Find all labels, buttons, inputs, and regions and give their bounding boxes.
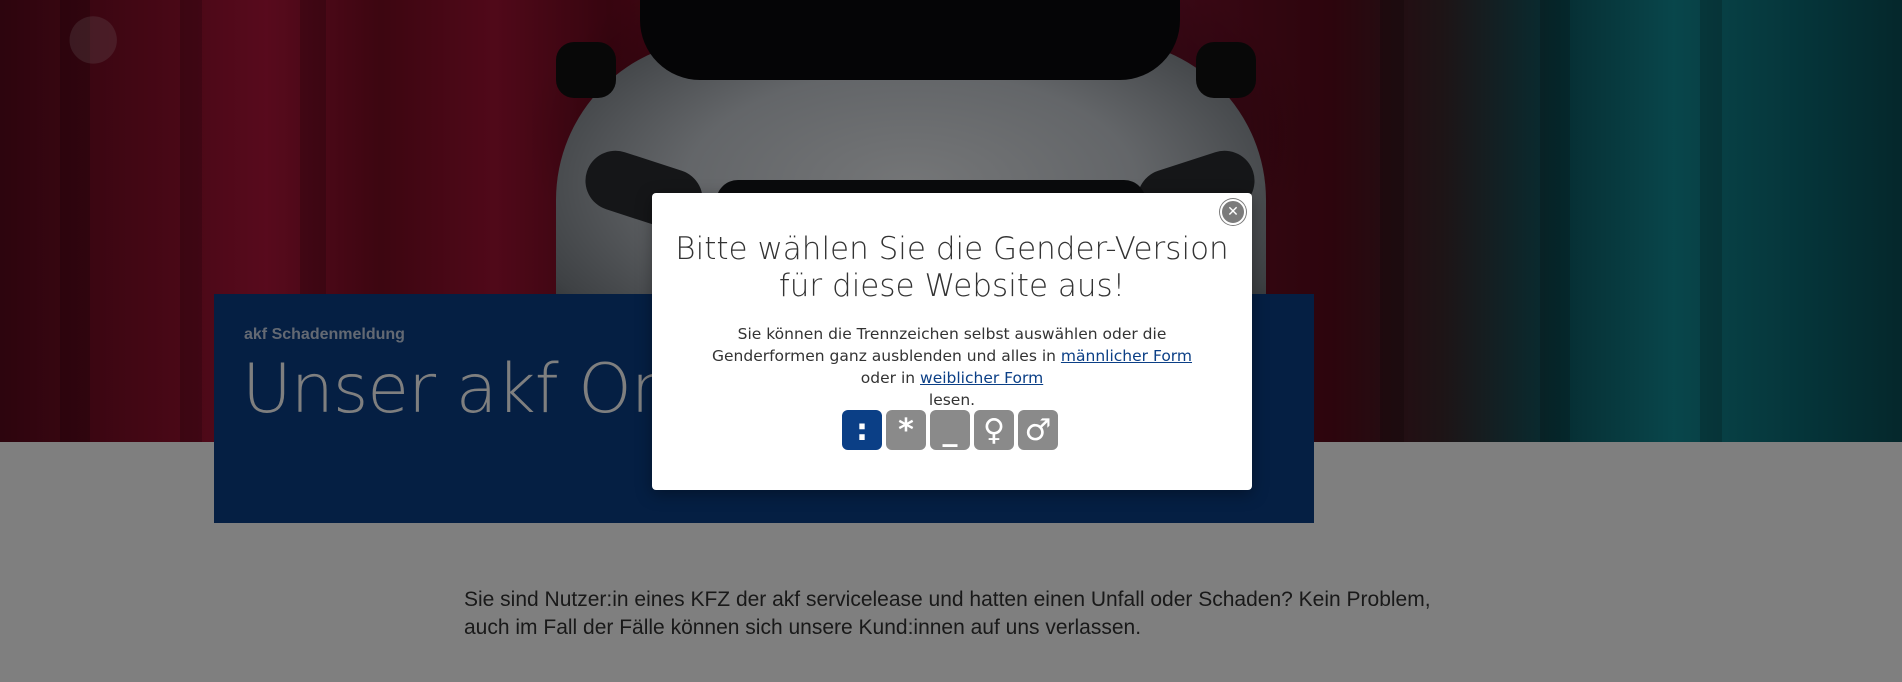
male-form-link[interactable]: männlicher Form [1061,347,1192,365]
asterisk-option-button[interactable]: * [886,410,926,450]
dialog-desc-part-2: oder in [860,369,916,387]
dialog-title: Bitte wählen Sie die Gender-Version für … [672,231,1232,305]
male-symbol-button[interactable]: ♂ [1018,410,1058,450]
dialog-title-line-1: Bitte wählen Sie die Gender-Version [675,231,1229,267]
dialog-description: Sie können die Trennzeichen selbst auswä… [692,323,1212,411]
female-form-link[interactable]: weiblicher Form [920,369,1043,387]
dialog-desc-part-3: lesen. [928,391,976,409]
underscore-option-button[interactable]: _ [930,410,970,450]
gender-options: : * _ ♀ ♂ [842,410,1058,450]
close-icon[interactable]: ✕ [1220,199,1246,225]
female-symbol-button[interactable]: ♀ [974,410,1014,450]
gender-version-dialog: ✕ Bitte wählen Sie die Gender-Version fü… [652,193,1252,490]
dialog-title-line-2: für diese Website aus! [778,268,1126,304]
colon-option-button[interactable]: : [842,410,882,450]
